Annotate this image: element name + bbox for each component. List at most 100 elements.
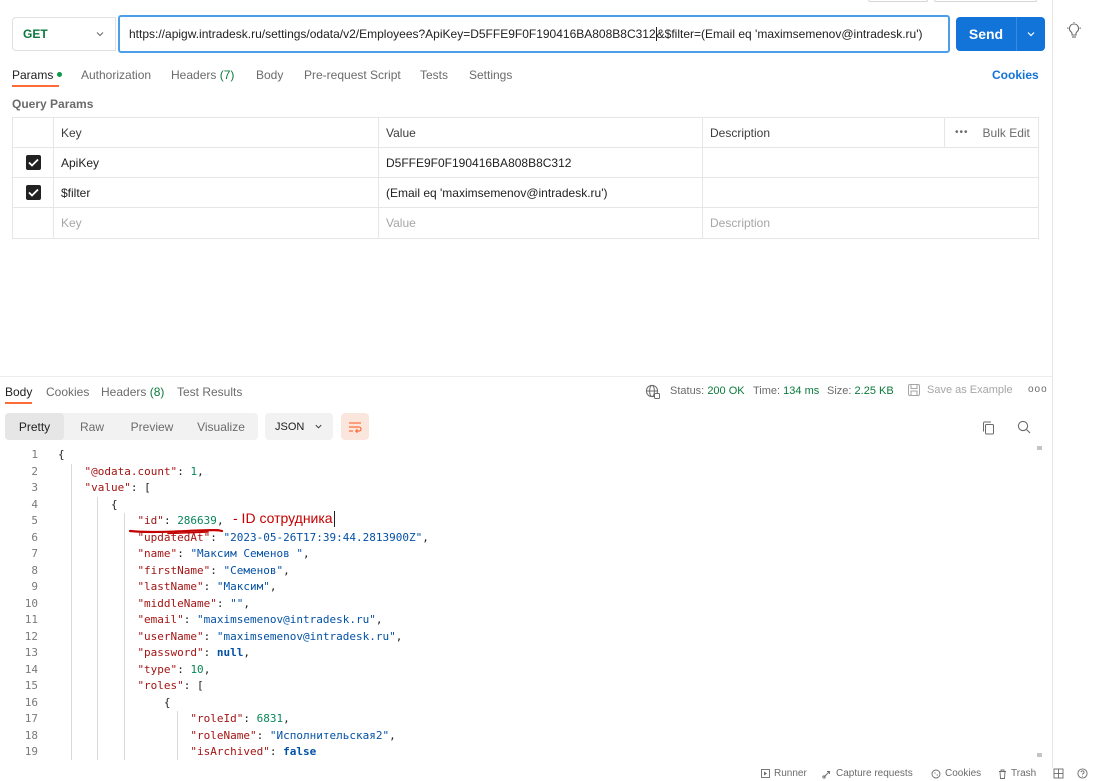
json-value: 6831 (256, 712, 284, 725)
more-options-icon[interactable]: ••• (955, 127, 969, 138)
copy-icon[interactable] (982, 421, 995, 435)
globe-icon[interactable] (645, 384, 660, 399)
json-value: "maximsemenov@intradesk.ru" (216, 629, 396, 643)
response-divider[interactable] (0, 376, 1052, 377)
param-key[interactable]: $filter (54, 178, 379, 207)
new-param-value-input[interactable]: Value (379, 208, 703, 238)
json-key: "roleId" (190, 712, 244, 725)
save-as-example-label: Save as Example (927, 384, 1013, 396)
line-number: 6 (31, 530, 38, 544)
code-text: "name": "Максим Семенов ", (137, 546, 309, 563)
size-label: Size: (827, 385, 852, 397)
scrollbar-down-arrow[interactable] (1037, 753, 1042, 757)
json-punctuation: { (110, 497, 118, 511)
line-number: 17 (24, 712, 38, 725)
response-more-icon[interactable]: ooo (1028, 384, 1048, 395)
response-tab-headers-label: Headers (101, 385, 147, 399)
tab-tests[interactable]: Tests (420, 68, 448, 82)
header-checkbox-cell (13, 118, 54, 147)
view-visualize-button[interactable]: Visualize (184, 413, 258, 440)
url-input[interactable]: https://apigw.intradesk.ru/settings/odat… (118, 15, 950, 53)
json-key: "value" (84, 481, 131, 494)
trash-button[interactable]: Trash (998, 768, 1036, 779)
check-icon (27, 188, 39, 197)
view-preview-button[interactable]: Preview (120, 413, 184, 440)
code-text: { (111, 497, 118, 514)
layout-toggle-button[interactable] (1053, 768, 1068, 779)
save-icon (908, 384, 920, 396)
line-number: 19 (24, 745, 38, 758)
json-value: "maximsemenov@intradesk.ru" (197, 613, 376, 626)
json-key: "@odata.count" (84, 464, 178, 478)
tab-authorization[interactable]: Authorization (81, 68, 151, 82)
format-select[interactable]: JSON (265, 413, 333, 440)
bulb-icon[interactable] (1066, 22, 1082, 40)
capture-requests-button[interactable]: Capture requests (822, 768, 913, 779)
param-description[interactable] (703, 148, 1038, 177)
method-select[interactable]: GET (12, 17, 116, 51)
help-icon (1077, 768, 1088, 779)
url-text-after-caret: &$filter=(Email eq 'maximsemenov@intrade… (656, 27, 923, 41)
table-header-row: Key Value Description ••• Bulk Edit (13, 118, 1038, 148)
json-value: "Исполнительская2" (269, 728, 390, 742)
json-punctuation: , (389, 728, 396, 742)
line-number: 8 (31, 563, 38, 577)
param-description[interactable] (703, 178, 1038, 207)
help-button[interactable] (1077, 768, 1092, 779)
wrap-lines-button[interactable] (341, 413, 369, 440)
tab-settings[interactable]: Settings (469, 68, 512, 82)
tab-body[interactable]: Body (256, 68, 283, 82)
line-number: 3 (31, 481, 38, 494)
save-as-example-button[interactable]: Save as Example (907, 383, 1013, 397)
line-number: 12 (24, 629, 38, 643)
trash-icon (999, 769, 1006, 779)
code-text: "userName": "maximsemenov@intradesk.ru", (137, 629, 402, 646)
tab-headers-label: Headers (171, 68, 217, 82)
response-tab-headers-count: (8) (149, 385, 165, 399)
param-checkbox[interactable] (25, 155, 41, 170)
table-row: $filter (Email eq 'maximsemenov@intrades… (13, 178, 1038, 208)
tab-pre-request-script[interactable]: Pre-request Script (304, 68, 401, 82)
json-punctuation: { (58, 448, 65, 461)
right-sidebar (1052, 0, 1094, 768)
annotation-label: - ID сотрудника (233, 510, 335, 528)
param-value[interactable]: D5FFE9F0F190416BA808B8C312 (379, 148, 703, 177)
json-key: "type" (137, 662, 178, 676)
json-punctuation: , (197, 464, 204, 478)
send-button[interactable]: Send (956, 17, 1045, 51)
param-checkbox[interactable] (25, 185, 41, 200)
new-param-key-input[interactable]: Key (54, 208, 379, 238)
new-param-description-input[interactable]: Description (703, 208, 1038, 238)
scrollbar-up-arrow[interactable] (1037, 446, 1042, 450)
response-tab-body[interactable]: Body (5, 385, 32, 399)
runner-button[interactable]: Runner (761, 768, 807, 779)
response-tab-cookies[interactable]: Cookies (46, 385, 89, 399)
url-text: https://apigw.intradesk.ru/settings/odat… (129, 27, 656, 41)
json-key: "roles" (137, 679, 184, 692)
param-checkbox-cell (13, 178, 54, 207)
json-punctuation: : (177, 662, 191, 676)
tab-headers[interactable]: Headers (7) (171, 68, 234, 82)
view-mode-toggle: Pretty Raw Preview Visualize (5, 413, 258, 440)
tab-params[interactable]: Params (12, 68, 63, 82)
param-key[interactable]: ApiKey (54, 148, 379, 177)
response-tab-headers[interactable]: Headers (8) (101, 385, 164, 399)
response-body-editor[interactable]: 1{2 "@odata.count": 1, 3 "value": [4{5 "id":… (0, 446, 1044, 760)
cookies-link[interactable]: Cookies (992, 68, 1039, 82)
search-icon[interactable] (1017, 420, 1031, 434)
wrap-icon (349, 421, 362, 433)
response-tab-test-results[interactable]: Test Results (177, 385, 242, 399)
param-checkbox-cell (13, 208, 54, 238)
footer-cookies-button[interactable]: Cookies (931, 768, 981, 779)
view-pretty-button[interactable]: Pretty (5, 413, 64, 440)
code-text: "lastName": "Максим", (137, 579, 276, 596)
check-icon (27, 158, 39, 167)
cookie-icon (931, 769, 941, 778)
send-options-button[interactable] (1017, 29, 1045, 39)
param-value[interactable]: (Email eq 'maximsemenov@intradesk.ru') (379, 178, 703, 207)
bulk-edit-button[interactable]: Bulk Edit (983, 126, 1030, 140)
time-label: Time: (753, 385, 781, 397)
view-raw-button[interactable]: Raw (64, 413, 120, 440)
tab-params-label: Params (12, 68, 54, 82)
tab-headers-count: (7) (219, 68, 235, 82)
